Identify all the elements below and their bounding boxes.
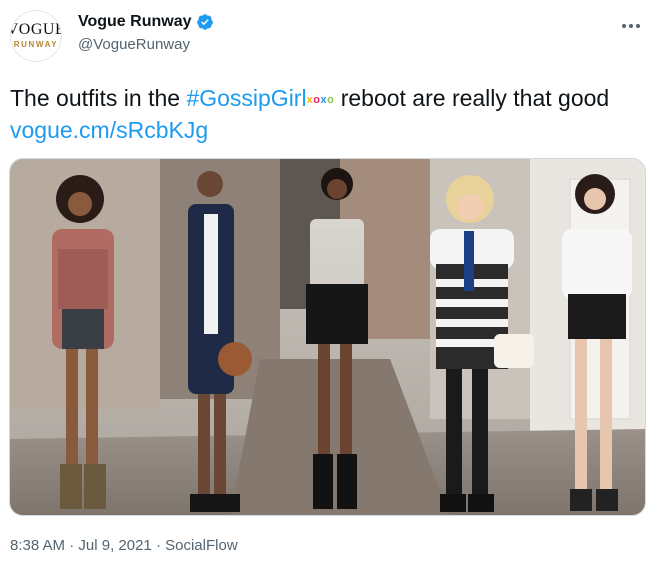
tweet-text-part: reboot are really that good [334, 85, 610, 111]
author-names: Vogue Runway @VogueRunway [78, 10, 214, 53]
tweet-photo[interactable] [9, 158, 646, 516]
display-name[interactable]: Vogue Runway [78, 13, 192, 31]
avatar-logo-runway: RUNWAY [13, 40, 59, 49]
tweet-text-part: The outfits in the [10, 85, 187, 111]
url-link[interactable]: vogue.cm/sRcbKJg [10, 117, 208, 143]
photo-illustration [10, 159, 645, 515]
handle[interactable]: @VogueRunway [78, 36, 214, 53]
tweet-date[interactable]: Jul 9, 2021 [78, 537, 151, 554]
hashflag-xoxo-icon: xoxo [307, 94, 335, 106]
tweet-source[interactable]: SocialFlow [165, 537, 238, 554]
avatar-logo-vogue: VOGUE [11, 21, 62, 38]
more-options-icon[interactable] [616, 14, 646, 38]
tweet-header: VOGUE RUNWAY Vogue Runway @VogueRunway [8, 8, 652, 64]
verified-badge-icon [196, 14, 213, 30]
tweet-time[interactable]: 8:38 AM [10, 537, 65, 554]
meta-separator: · [151, 537, 166, 554]
hashtag-link[interactable]: #GossipGirl [186, 85, 306, 111]
avatar[interactable]: VOGUE RUNWAY [10, 10, 62, 62]
meta-separator: · [65, 537, 79, 554]
tweet-meta: 8:38 AM · Jul 9, 2021 · SocialFlow [10, 537, 238, 554]
tweet-text: The outfits in the #GossipGirlxoxo reboo… [10, 83, 650, 145]
